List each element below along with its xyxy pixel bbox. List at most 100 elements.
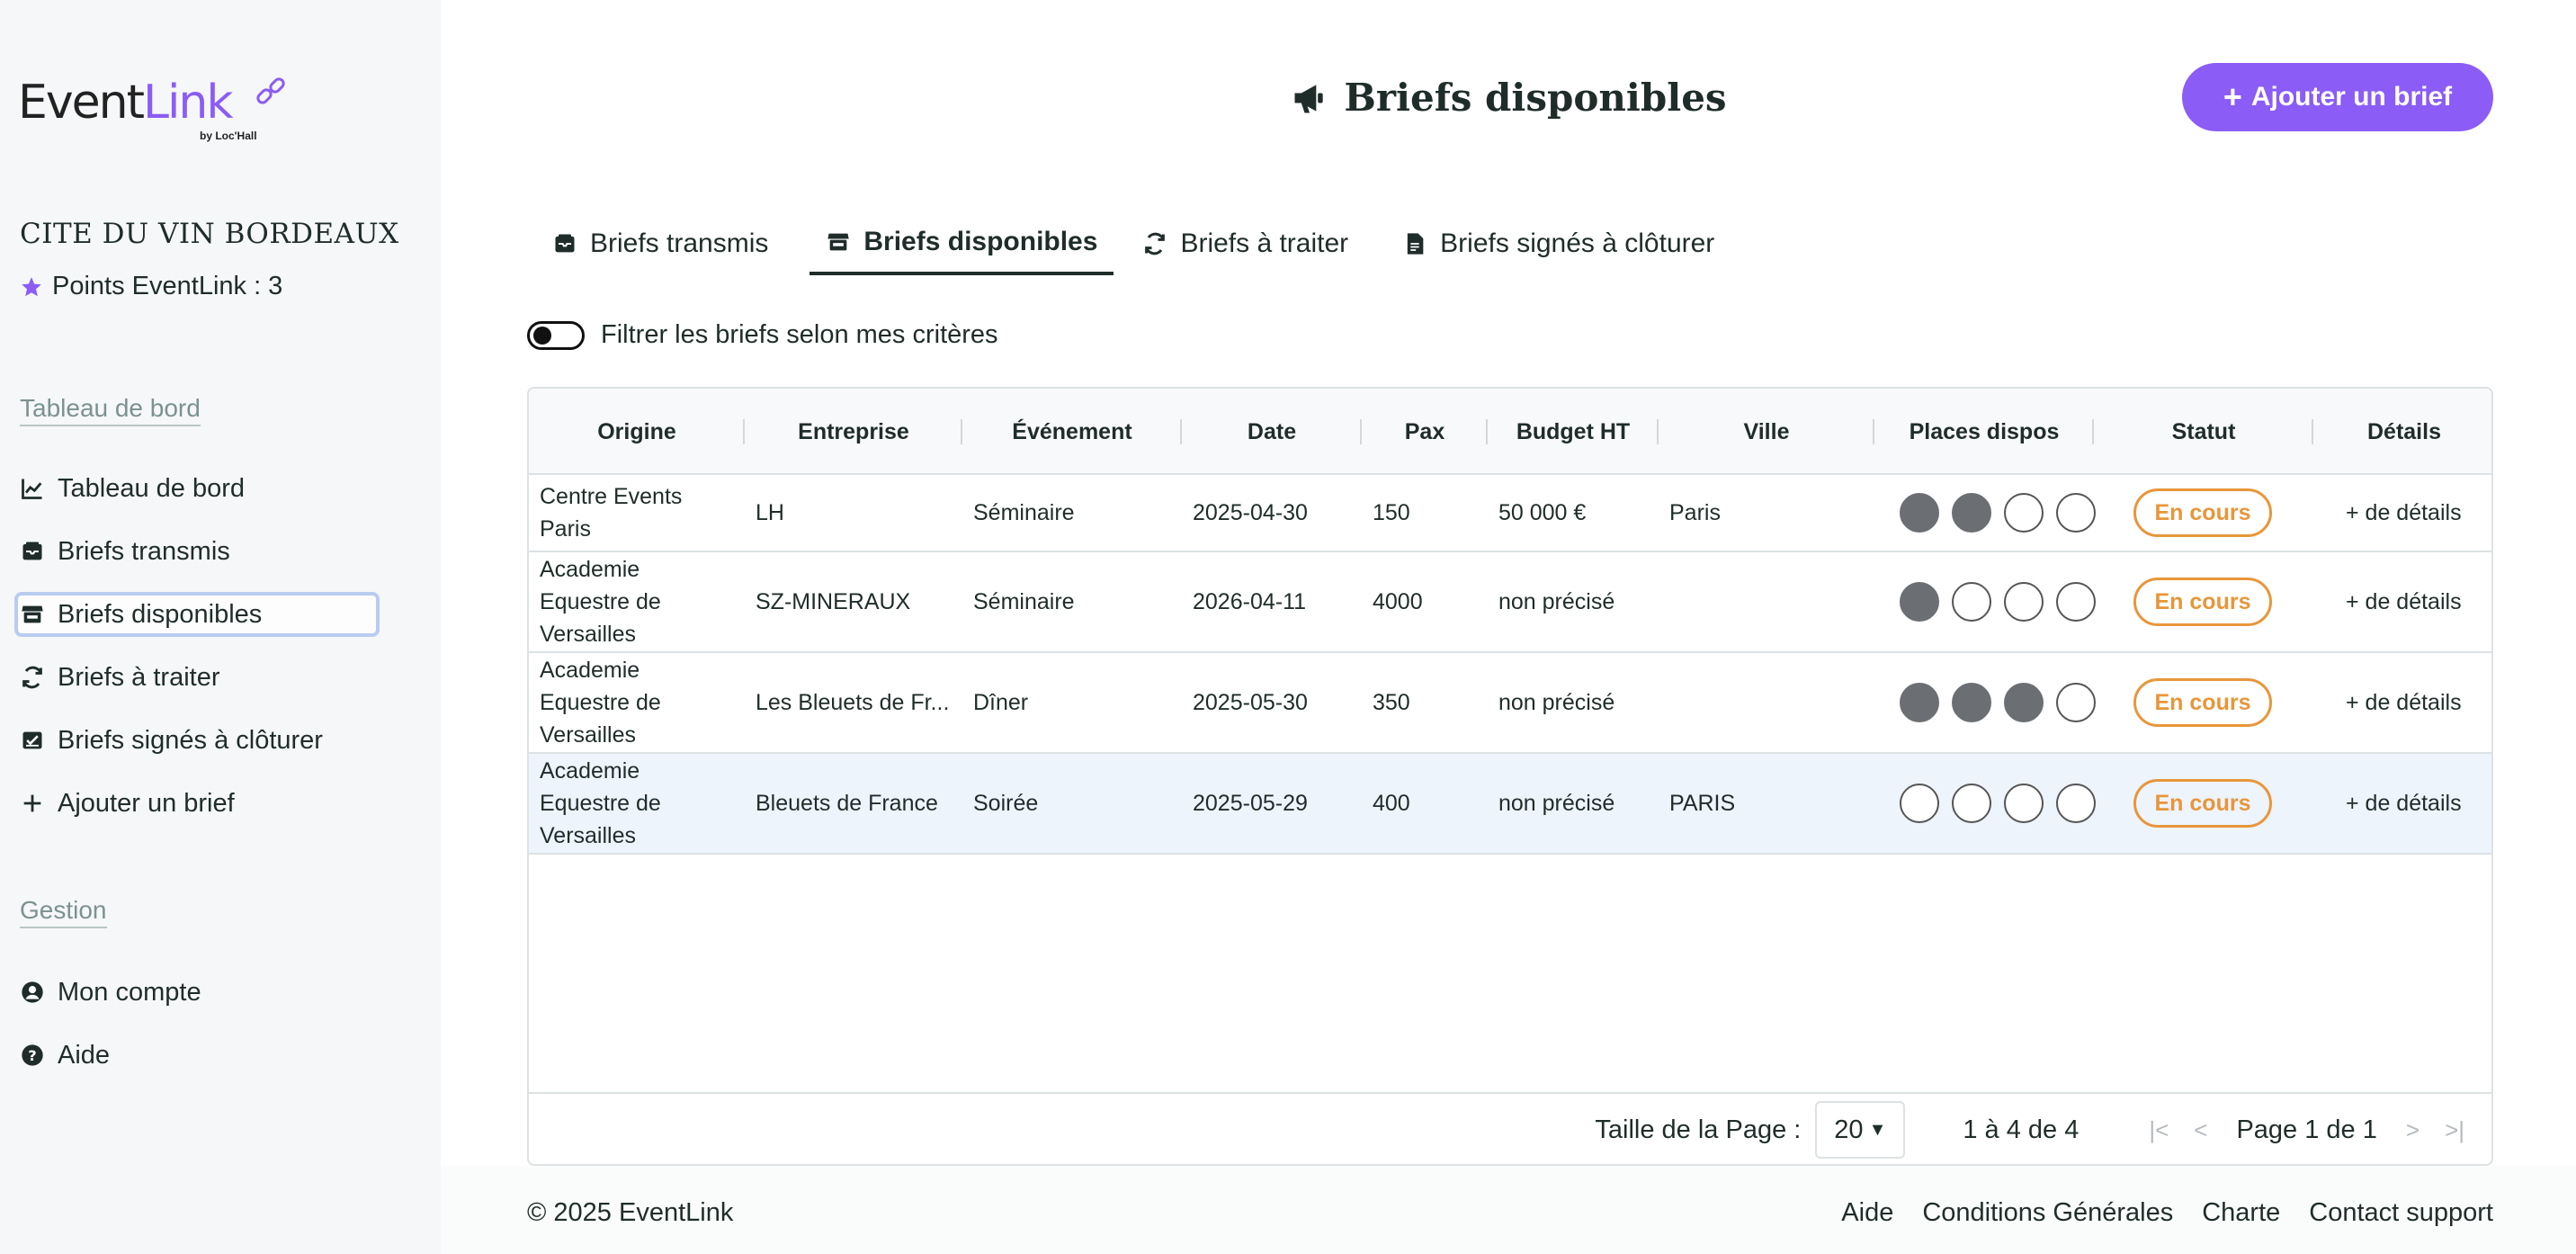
status-badge: En cours — [2133, 779, 2272, 828]
details-link[interactable]: + de détails — [2346, 497, 2462, 529]
table-row[interactable]: Academie Equestre de Versailles SZ-MINERA… — [529, 552, 2491, 653]
cell-date: 2025-04-30 — [1193, 500, 1308, 525]
cell-ville: Paris — [1669, 500, 1721, 525]
column-separator[interactable] — [1180, 419, 1182, 444]
cell-evenement: Séminaire — [973, 500, 1075, 525]
cell-entreprise: SZ-MINERAUX — [756, 589, 911, 614]
places-indicator — [1874, 475, 2096, 551]
column-header[interactable]: Pax — [1362, 389, 1488, 475]
sidebar-item-help[interactable]: ? Aide — [14, 1033, 380, 1078]
cell-entreprise: LH — [756, 500, 784, 525]
details-link[interactable]: + de détails — [2346, 787, 2462, 820]
table-header: Origine Entreprise Événement Date Pax Budget … — [529, 389, 2491, 475]
svg-text:?: ? — [28, 1047, 36, 1064]
tab-briefs-signes[interactable]: Briefs signés à clôturer — [1386, 212, 1731, 275]
footer-link-charter[interactable]: Charte — [2202, 1198, 2280, 1228]
details-link[interactable]: + de détails — [2346, 686, 2462, 719]
sidebar-item-account[interactable]: Mon compte — [14, 970, 380, 1015]
sidebar: EventLink by Loc'Hall CITE DU VIN BORDEA… — [0, 0, 441, 1254]
sidebar-item-briefs-disponibles[interactable]: Briefs disponibles — [14, 592, 380, 637]
column-header[interactable]: Date — [1182, 389, 1362, 475]
column-separator[interactable] — [743, 419, 745, 444]
organization-name: CITE DU VIN BORDEAUX — [20, 218, 399, 250]
status-badge: En cours — [2133, 488, 2272, 537]
column-header[interactable]: Ville — [1659, 389, 1874, 475]
column-header[interactable]: Statut — [2094, 389, 2313, 475]
details-link[interactable]: + de détails — [2346, 586, 2462, 618]
filter-toggle[interactable] — [527, 320, 585, 350]
points-label: Points EventLink : 3 — [52, 272, 283, 300]
tab-label: Briefs disponibles — [863, 227, 1098, 256]
next-page-icon[interactable]: > — [2406, 1116, 2419, 1144]
tab-briefs-transmis[interactable]: Briefs transmis — [536, 212, 784, 275]
column-separator[interactable] — [2312, 419, 2313, 444]
details-cell: + de détails — [2313, 754, 2491, 853]
details-cell: + de détails — [2313, 552, 2491, 651]
sidebar-item-label: Briefs disponibles — [58, 599, 263, 629]
cell-pax: 150 — [1373, 500, 1410, 525]
place-free-dot — [2004, 784, 2044, 823]
cell-origine: Academie Equestre de Versailles — [540, 658, 661, 748]
column-header[interactable]: Budget HT — [1488, 389, 1659, 475]
status-cell: En cours — [2094, 754, 2313, 853]
column-separator[interactable] — [2491, 419, 2493, 444]
places-indicator — [1874, 552, 2096, 651]
pagination: Taille de la Page : 20 ▼ 1 à 4 de 4 |< <… — [529, 1092, 2491, 1164]
tab-briefs-a-traiter[interactable]: Briefs à traiter — [1126, 212, 1364, 275]
chart-line-icon — [22, 479, 42, 499]
column-header[interactable]: Événement — [962, 389, 1182, 475]
star-icon — [22, 276, 41, 296]
footer-link-support[interactable]: Contact support — [2309, 1198, 2493, 1228]
sidebar-item-dashboard[interactable]: Tableau de bord — [14, 466, 380, 511]
column-separator[interactable] — [2092, 419, 2094, 444]
sidebar-item-briefs-signes[interactable]: Briefs signés à clôturer — [14, 718, 380, 763]
section-dashboard-label: Tableau de bord — [20, 394, 201, 426]
place-taken-dot — [1952, 683, 1991, 722]
tab-briefs-disponibles[interactable]: Briefs disponibles — [809, 212, 1114, 275]
column-header[interactable]: Détails — [2313, 389, 2491, 475]
add-brief-button[interactable]: + Ajouter un brief — [2182, 63, 2493, 131]
sidebar-item-add-brief[interactable]: Ajouter un brief — [14, 781, 380, 826]
cell-origine: Academie Equestre de Versailles — [540, 758, 661, 848]
inbox-icon — [22, 542, 42, 560]
prev-page-icon[interactable]: < — [2194, 1116, 2207, 1144]
place-taken-dot — [1900, 683, 1939, 722]
eventlink-logo[interactable]: EventLink by Loc'Hall — [18, 76, 297, 148]
cell-budget: non précisé — [1498, 690, 1615, 715]
sidebar-item-label: Briefs signés à clôturer — [58, 725, 323, 755]
column-separator[interactable] — [1657, 419, 1659, 444]
table-row[interactable]: Centre Events Paris LH Séminaire 2025-04-30… — [529, 475, 2491, 552]
column-separator[interactable] — [1360, 419, 1362, 444]
page-size-select[interactable]: 20 ▼ — [1815, 1101, 1906, 1159]
sidebar-item-label: Aide — [58, 1040, 111, 1070]
cell-origine: Centre Events Paris — [540, 484, 683, 542]
first-page-icon[interactable]: |< — [2149, 1116, 2169, 1144]
sidebar-item-briefs-transmis[interactable]: Briefs transmis — [14, 529, 380, 574]
brief-tabs: Briefs transmis Briefs disponibles Brief… — [536, 212, 1731, 277]
places-indicator — [1874, 653, 2096, 752]
place-free-dot — [1952, 582, 1991, 622]
place-free-dot — [1952, 784, 1991, 823]
details-cell: + de détails — [2313, 475, 2491, 551]
footer-link-help[interactable]: Aide — [1841, 1198, 1893, 1228]
last-page-icon[interactable]: >| — [2445, 1116, 2464, 1144]
footer-link-terms[interactable]: Conditions Générales — [1922, 1198, 2173, 1228]
megaphone-icon — [1294, 84, 1324, 112]
footer: © 2025 EventLink Aide Conditions Général… — [441, 1166, 2576, 1254]
help-icon: ? — [22, 1044, 43, 1066]
column-separator[interactable] — [1873, 419, 1874, 444]
cell-evenement: Dîner — [973, 690, 1029, 715]
place-taken-dot — [1900, 582, 1939, 622]
table-row[interactable]: Academie Equestre de Versailles Bleuets d… — [529, 754, 2491, 855]
column-header[interactable]: Origine — [529, 389, 745, 475]
place-free-dot — [2004, 493, 2044, 533]
column-header[interactable]: Places dispos — [1874, 389, 2094, 475]
table-row[interactable]: Academie Equestre de Versailles Les Bleue… — [529, 653, 2491, 754]
document-icon — [1408, 233, 1424, 255]
column-separator[interactable] — [961, 419, 962, 444]
sidebar-item-briefs-a-traiter[interactable]: Briefs à traiter — [14, 655, 380, 700]
column-separator[interactable] — [1486, 419, 1488, 444]
logo-by-text: by Loc'Hall — [200, 130, 257, 142]
copyright: © 2025 EventLink — [527, 1198, 734, 1227]
column-header[interactable]: Entreprise — [745, 389, 962, 475]
